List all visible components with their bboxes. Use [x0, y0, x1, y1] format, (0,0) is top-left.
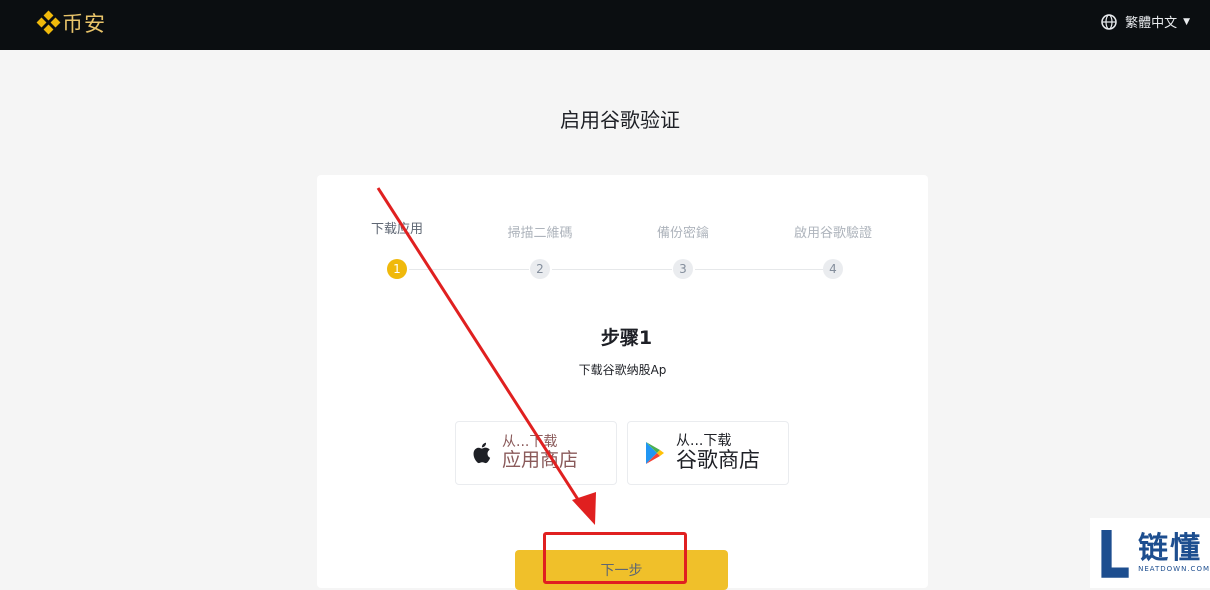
watermark-logo [1101, 529, 1129, 578]
watermark: 链懂 NEATDOWN.COM [1090, 518, 1210, 588]
annotation-arrow [376, 187, 596, 525]
watermark-subtext: NEATDOWN.COM [1138, 564, 1210, 573]
watermark-text: 链懂 [1138, 531, 1203, 567]
